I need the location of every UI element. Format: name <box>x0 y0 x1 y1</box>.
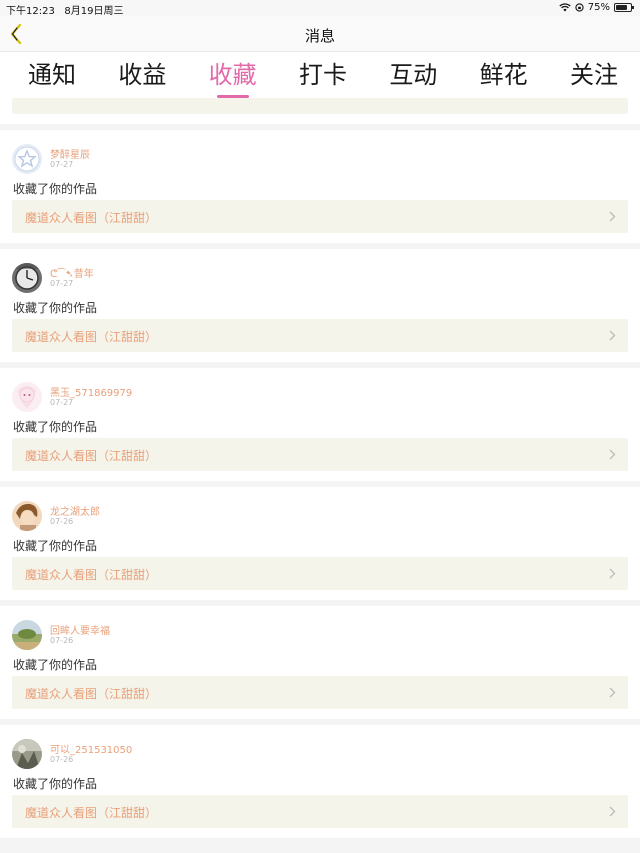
card-list: 梦醉星辰 07-27 收藏了你的作品 魔道众人看图（江甜甜） ᕦ⁀➷昔年 07-27 收藏了… <box>0 130 640 838</box>
work-title: 魔道众人看图（江甜甜） <box>25 330 158 344</box>
tab-label: 关注 <box>569 61 618 89</box>
chevron-right-icon <box>609 330 616 341</box>
favorited-work-link[interactable]: 魔道众人看图（江甜甜） <box>12 557 628 590</box>
tab-label: 通知 <box>28 61 76 89</box>
username-link[interactable]: 回眸人要幸福 <box>50 622 110 637</box>
avatar[interactable] <box>12 620 42 650</box>
tab-label: 鲜花 <box>479 61 528 89</box>
tab-label: 收藏 <box>208 61 257 89</box>
notification-card: 可以_251531050 07-26 收藏了你的作品魔道众人看图（江甜甜） <box>0 725 640 838</box>
notification-action-text: 收藏了你的作品 <box>13 777 98 791</box>
tab-label: 互动 <box>389 61 438 89</box>
tab-1[interactable]: 收益 <box>112 52 172 98</box>
tab-3[interactable]: 打卡 <box>293 52 353 98</box>
notification-date: 07-26 <box>50 517 74 526</box>
avatar[interactable] <box>12 382 42 412</box>
work-title: 魔道众人看图（江甜甜） <box>25 211 158 225</box>
clock-avatar <box>12 263 42 293</box>
notification-card: ᕦ⁀➷昔年 07-27 收藏了你的作品魔道众人看图（江甜甜） <box>0 249 640 362</box>
photo-avatar <box>12 739 42 769</box>
avatar[interactable] <box>12 501 42 531</box>
status-time: 下午12:23 8月19日周三 <box>6 2 123 17</box>
nav-bar: 消息 <box>0 16 640 52</box>
chevron-right-icon <box>609 687 616 698</box>
notification-card: 黑玉_571869979 07-27 收藏了你的作品魔道众人看图（江甜甜） <box>0 368 640 481</box>
work-title: 魔道众人看图（江甜甜） <box>25 449 158 463</box>
portrait-avatar <box>12 501 42 531</box>
username-link[interactable]: 梦醉星辰 <box>50 146 90 161</box>
wifi-icon <box>559 3 571 12</box>
avatar[interactable] <box>12 263 42 293</box>
chevron-right-icon <box>609 211 616 222</box>
work-title: 魔道众人看图（江甜甜） <box>25 568 158 582</box>
notification-action-text: 收藏了你的作品 <box>13 658 98 672</box>
tab-0[interactable]: 通知 <box>22 52 82 98</box>
notification-action-text: 收藏了你的作品 <box>13 420 98 434</box>
status-bar: 下午12:23 8月19日周三 75% <box>0 0 640 17</box>
default-star-avatar <box>12 144 42 174</box>
tab-2[interactable]: 收藏 <box>203 52 263 98</box>
work-title: 魔道众人看图（江甜甜） <box>25 687 158 701</box>
notification-action-text: 收藏了你的作品 <box>13 301 98 315</box>
previous-work-link[interactable] <box>12 98 628 114</box>
notification-action-text: 收藏了你的作品 <box>13 539 98 553</box>
status-indicators: 75% <box>559 2 634 13</box>
landscape-avatar <box>12 620 42 650</box>
username-link[interactable]: 可以_251531050 <box>50 741 132 756</box>
notification-list[interactable]: 梦醉星辰 07-27 收藏了你的作品 魔道众人看图（江甜甜） ᕦ⁀➷昔年 07-27 收藏了… <box>0 98 640 853</box>
tab-label: 收益 <box>118 61 167 89</box>
notification-date: 07-26 <box>50 636 74 645</box>
notification-card: 梦醉星辰 07-27 收藏了你的作品魔道众人看图（江甜甜） <box>0 130 640 243</box>
chevron-right-icon <box>609 568 616 579</box>
notification-card: 龙之湖太郎 07-26 收藏了你的作品魔道众人看图（江甜甜） <box>0 487 640 600</box>
avatar[interactable] <box>12 144 42 174</box>
favorited-work-link[interactable]: 魔道众人看图（江甜甜） <box>12 319 628 352</box>
username-link[interactable]: 黑玉_571869979 <box>50 384 132 399</box>
page-title: 消息 <box>304 27 335 45</box>
username-link[interactable]: ᕦ⁀➷昔年 <box>50 265 94 280</box>
chevron-right-icon <box>609 806 616 817</box>
anime-girl-avatar <box>12 382 42 412</box>
tab-bar: 通知 收益 收藏 打卡 互动 鲜花 关注 <box>0 52 640 98</box>
tab-6[interactable]: 关注 <box>564 52 624 98</box>
work-title: 魔道众人看图（江甜甜） <box>25 806 158 820</box>
favorited-work-link[interactable]: 魔道众人看图（江甜甜） <box>12 438 628 471</box>
previous-item-stub <box>0 98 640 124</box>
battery-percent: 75% <box>587 2 610 13</box>
favorited-work-link[interactable]: 魔道众人看图（江甜甜） <box>12 795 628 828</box>
tab-5[interactable]: 鲜花 <box>474 52 534 98</box>
notification-action-text: 收藏了你的作品 <box>13 182 98 196</box>
notification-date: 07-27 <box>50 160 74 169</box>
notification-date: 07-27 <box>50 398 74 407</box>
chevron-right-icon <box>609 449 616 460</box>
avatar[interactable] <box>12 739 42 769</box>
favorited-work-link[interactable]: 魔道众人看图（江甜甜） <box>12 676 628 709</box>
notification-date: 07-26 <box>50 755 74 764</box>
battery-icon <box>614 3 634 12</box>
notification-card: 回眸人要幸福 07-26 收藏了你的作品魔道众人看图（江甜甜） <box>0 606 640 719</box>
tab-label: 打卡 <box>298 61 347 89</box>
tab-4[interactable]: 互动 <box>383 52 443 98</box>
username-link[interactable]: 龙之湖太郎 <box>50 503 100 518</box>
favorited-work-link[interactable]: 魔道众人看图（江甜甜） <box>12 200 628 233</box>
notification-date: 07-27 <box>50 279 74 288</box>
rotation-lock-icon <box>575 3 584 12</box>
